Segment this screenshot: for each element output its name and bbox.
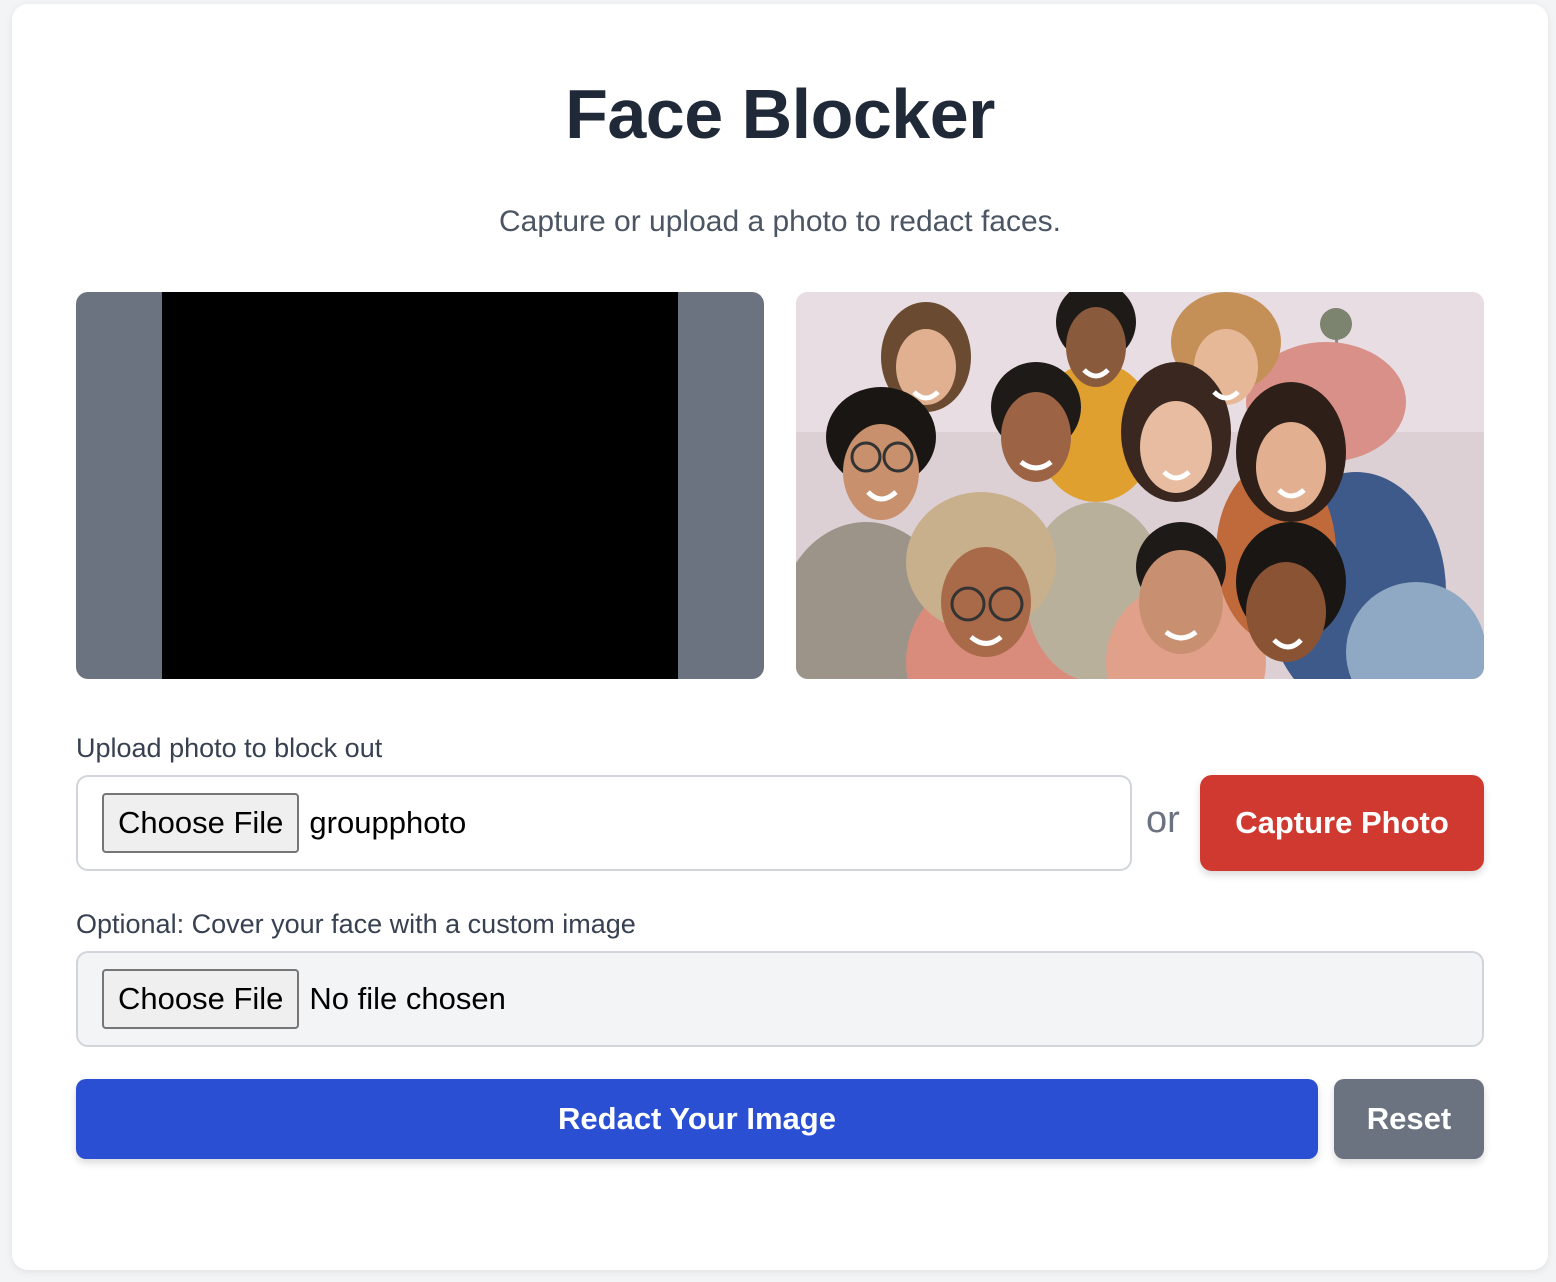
custom-image-label: Optional: Cover your face with a custom … bbox=[76, 909, 636, 939]
custom-image-choose-file-button[interactable]: Choose File bbox=[102, 969, 300, 1029]
redact-image-button[interactable]: Redact Your Image bbox=[76, 1079, 1318, 1159]
page-subtitle: Capture or upload a photo to redact face… bbox=[498, 205, 1062, 238]
custom-image-file-input[interactable]: Choose File No file chosen bbox=[76, 951, 1484, 1047]
upload-label: Upload photo to block out bbox=[76, 733, 383, 763]
camera-feed bbox=[162, 292, 678, 679]
capture-photo-button[interactable]: Capture Photo bbox=[1200, 775, 1484, 871]
group-photo-image bbox=[796, 292, 1484, 679]
upload-file-name: groupphoto bbox=[309, 805, 467, 840]
main-card: Face Blocker Capture or upload a photo t… bbox=[12, 4, 1548, 1270]
reset-button[interactable]: Reset bbox=[1334, 1079, 1484, 1159]
upload-choose-file-button[interactable]: Choose File bbox=[102, 793, 300, 853]
or-separator: or bbox=[1146, 799, 1180, 841]
camera-preview bbox=[76, 292, 764, 679]
upload-file-input[interactable]: Choose File groupphoto bbox=[76, 775, 1132, 871]
group-photo-preview bbox=[796, 292, 1484, 679]
page-title: Face Blocker bbox=[565, 75, 995, 153]
custom-image-file-name: No file chosen bbox=[309, 981, 506, 1016]
